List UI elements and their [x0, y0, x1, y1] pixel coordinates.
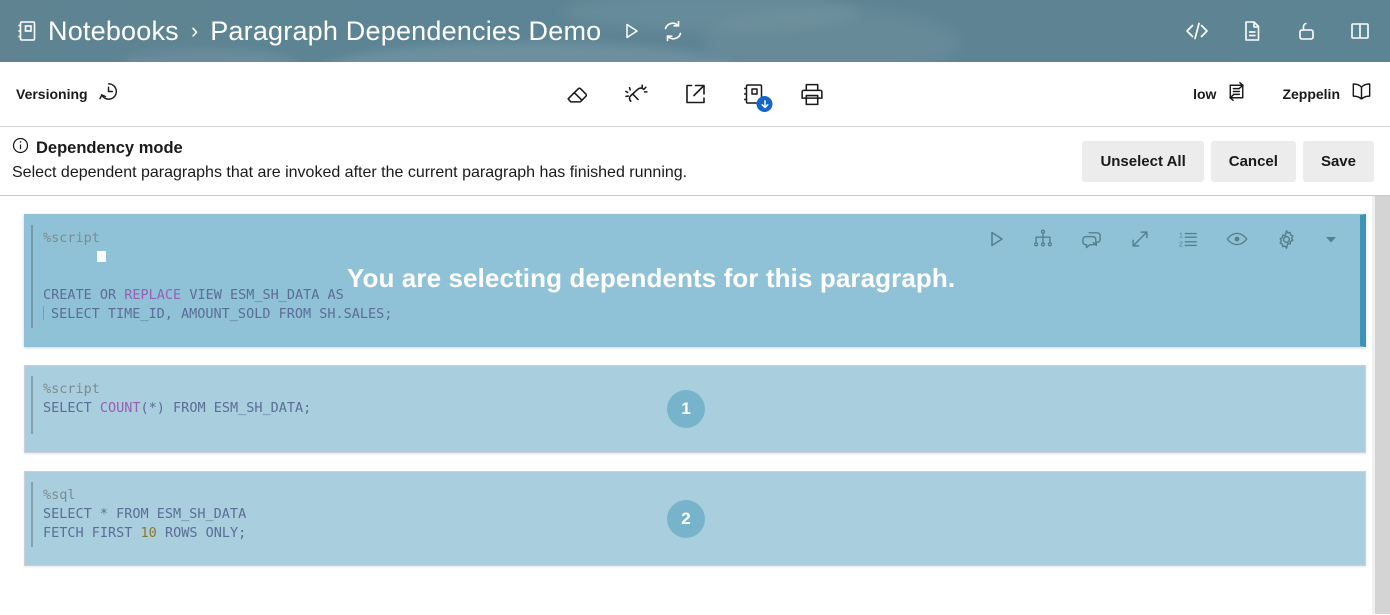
execution-priority-button[interactable]: low: [1193, 80, 1248, 108]
print-icon[interactable]: [799, 81, 826, 108]
code-line-3: SELECT TIME_ID, AMOUNT_SOLD FROM SH.SALE…: [51, 306, 392, 322]
info-icon: [12, 137, 29, 159]
dropdown-caret-icon[interactable]: [1324, 232, 1338, 246]
execution-order-icon[interactable]: [1225, 80, 1248, 108]
header-background-decoration: [700, 8, 960, 62]
paragraph-1-toolbar: 1 2: [986, 227, 1338, 251]
document-icon[interactable]: [1240, 19, 1264, 43]
dependency-order-badge[interactable]: 1: [667, 390, 705, 428]
download-badge: [757, 96, 773, 112]
indent-guide: [43, 306, 44, 320]
notebook-workspace: %script CREATE OR REPLACE VIEW ESM_SH_DA…: [0, 196, 1390, 614]
editor-gutter-line: [31, 482, 33, 547]
code-line-2b: COUNT: [100, 400, 141, 416]
svg-text:2: 2: [1179, 239, 1183, 248]
workspace-scrollbar[interactable]: [1375, 196, 1390, 614]
interpreter-magic: %script: [43, 230, 100, 246]
code-line-3c: ROWS ONLY;: [157, 525, 246, 541]
unselect-all-button[interactable]: Unselect All: [1082, 141, 1203, 182]
editor-gutter-line: [31, 376, 33, 434]
code-line-2a: CREATE OR: [43, 287, 124, 303]
open-book-icon[interactable]: [1349, 79, 1374, 109]
code-line-3b: 10: [141, 525, 157, 541]
notebook-toolbar: Versioning: [0, 62, 1390, 126]
run-paragraph-icon[interactable]: [986, 229, 1006, 249]
play-icon[interactable]: [621, 21, 641, 41]
zeppelin-docs-button[interactable]: Zeppelin: [1282, 79, 1374, 109]
execution-priority-label: low: [1193, 86, 1216, 102]
code-line-2c: VIEW ESM_SH_DATA AS: [181, 287, 344, 303]
line-numbers-icon[interactable]: 1 2: [1177, 228, 1199, 250]
notebook-icon: [16, 19, 38, 43]
code-brackets-icon[interactable]: [1184, 19, 1210, 43]
external-link-icon[interactable]: [683, 81, 709, 107]
breadcrumb: Notebooks › Paragraph Dependencies Demo: [16, 16, 601, 47]
breadcrumb-separator: ›: [191, 18, 198, 44]
zeppelin-label: Zeppelin: [1282, 86, 1340, 102]
code-line-2a: SELECT: [43, 400, 100, 416]
dependency-tree-icon[interactable]: [1032, 228, 1054, 250]
svg-text:1: 1: [1179, 231, 1183, 240]
dependency-tree-active-indicator: [97, 251, 106, 262]
save-button[interactable]: Save: [1303, 141, 1374, 182]
clock-history-icon[interactable]: [97, 80, 120, 108]
code-line-2b: REPLACE: [124, 287, 181, 303]
unlock-icon[interactable]: [1294, 19, 1318, 43]
refresh-icon[interactable]: [661, 19, 685, 43]
page-title: Paragraph Dependencies Demo: [210, 16, 601, 47]
versioning-button[interactable]: Versioning: [16, 80, 120, 108]
dependency-order-badge[interactable]: 2: [667, 500, 705, 538]
expand-icon[interactable]: [1129, 228, 1151, 250]
code-line-3a: FETCH FIRST: [43, 525, 141, 541]
dependency-mode-banner: Dependency mode Select dependent paragra…: [0, 126, 1390, 196]
editor-gutter-line: [31, 225, 33, 328]
breadcrumb-root[interactable]: Notebooks: [48, 16, 179, 47]
interpreter-magic: %script: [43, 381, 100, 397]
paragraph-3[interactable]: %sql SELECT * FROM ESM_SH_DATA FETCH FIR…: [24, 471, 1366, 566]
settings-gear-icon[interactable]: [1275, 228, 1298, 251]
header-background-decoration: [120, 48, 300, 62]
code-line-2c: (*) FROM ESM_SH_DATA;: [141, 400, 312, 416]
split-panel-icon[interactable]: [1348, 19, 1372, 43]
visibility-icon[interactable]: [1225, 227, 1249, 251]
versioning-label: Versioning: [16, 86, 88, 102]
header-background-decoration: [560, 0, 860, 32]
banner-title: Dependency mode: [36, 139, 183, 158]
clear-results-icon[interactable]: [624, 81, 651, 108]
paragraph-1[interactable]: %script CREATE OR REPLACE VIEW ESM_SH_DA…: [24, 214, 1366, 347]
code-line-2: SELECT * FROM ESM_SH_DATA: [43, 506, 246, 522]
comment-icon[interactable]: [1080, 228, 1103, 251]
download-notebook-icon[interactable]: [741, 81, 767, 107]
banner-description: Select dependent paragraphs that are inv…: [12, 163, 1082, 183]
cancel-button[interactable]: Cancel: [1211, 141, 1296, 182]
eraser-icon[interactable]: [565, 81, 592, 108]
paragraph-2[interactable]: %script SELECT COUNT(*) FROM ESM_SH_DATA…: [24, 365, 1366, 453]
app-header: Notebooks › Paragraph Dependencies Demo: [0, 0, 1390, 62]
interpreter-magic: %sql: [43, 487, 76, 503]
